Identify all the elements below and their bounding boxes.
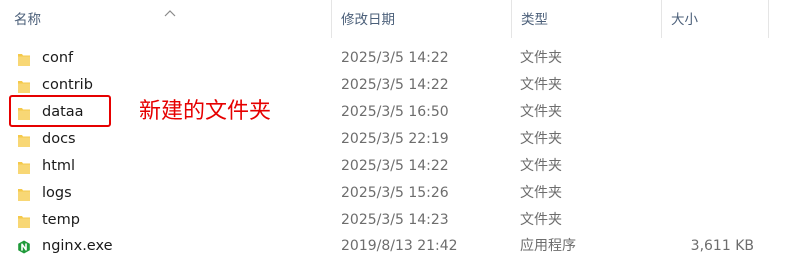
folder-icon — [17, 213, 31, 229]
column-header-name[interactable]: 名称 — [14, 12, 41, 29]
file-type: 文件夹 — [520, 104, 562, 120]
file-row[interactable]: html 2025/3/5 14:22 文件夹 — [0, 153, 796, 180]
file-type: 文件夹 — [520, 158, 562, 174]
column-divider[interactable] — [331, 0, 332, 38]
column-header-size[interactable]: 大小 — [671, 12, 698, 29]
folder-icon — [17, 159, 31, 175]
column-divider[interactable] — [768, 0, 769, 38]
file-row[interactable]: contrib 2025/3/5 14:22 文件夹 — [0, 72, 796, 99]
column-header-modified[interactable]: 修改日期 — [341, 12, 395, 29]
file-type: 文件夹 — [520, 185, 562, 201]
sort-ascending-icon[interactable] — [164, 2, 176, 17]
file-name: conf — [42, 50, 74, 66]
file-name: nginx.exe — [42, 238, 113, 254]
file-modified: 2025/3/5 14:22 — [341, 158, 449, 174]
column-header-type[interactable]: 类型 — [521, 12, 548, 29]
file-name: docs — [42, 131, 76, 147]
folder-icon — [17, 186, 31, 202]
file-name: logs — [42, 185, 72, 201]
file-row[interactable]: temp 2025/3/5 14:23 文件夹 — [0, 207, 796, 234]
file-row[interactable]: dataa 2025/3/5 16:50 文件夹 — [0, 99, 796, 126]
file-type: 文件夹 — [520, 77, 562, 93]
file-modified: 2025/3/5 22:19 — [341, 131, 449, 147]
nginx-app-icon — [17, 239, 31, 255]
file-row[interactable]: nginx.exe 2019/8/13 21:42 应用程序 3,611 KB — [0, 233, 796, 260]
highlight-box — [9, 95, 111, 127]
file-type: 文件夹 — [520, 131, 562, 147]
file-row[interactable]: docs 2025/3/5 22:19 文件夹 — [0, 126, 796, 153]
file-size: 3,611 KB — [690, 238, 754, 254]
file-modified: 2025/3/5 14:23 — [341, 212, 449, 228]
folder-icon — [17, 78, 31, 94]
column-divider[interactable] — [511, 0, 512, 38]
column-header-bar: 名称 修改日期 类型 大小 — [0, 0, 796, 38]
file-type: 文件夹 — [520, 212, 562, 228]
column-divider[interactable] — [661, 0, 662, 38]
file-modified: 2025/3/5 14:22 — [341, 50, 449, 66]
file-name: html — [42, 158, 76, 174]
file-type: 应用程序 — [520, 238, 576, 254]
file-row[interactable]: conf 2025/3/5 14:22 文件夹 — [0, 45, 796, 72]
file-modified: 2025/3/5 15:26 — [341, 185, 449, 201]
file-modified: 2025/3/5 14:22 — [341, 77, 449, 93]
file-modified: 2019/8/13 21:42 — [341, 238, 458, 254]
file-name: contrib — [42, 77, 93, 93]
file-type: 文件夹 — [520, 50, 562, 66]
folder-icon — [17, 132, 31, 148]
file-row[interactable]: logs 2025/3/5 15:26 文件夹 — [0, 180, 796, 207]
file-name: temp — [42, 212, 80, 228]
file-modified: 2025/3/5 16:50 — [341, 104, 449, 120]
annotation-label: 新建的文件夹 — [139, 99, 272, 124]
folder-icon — [17, 51, 31, 67]
